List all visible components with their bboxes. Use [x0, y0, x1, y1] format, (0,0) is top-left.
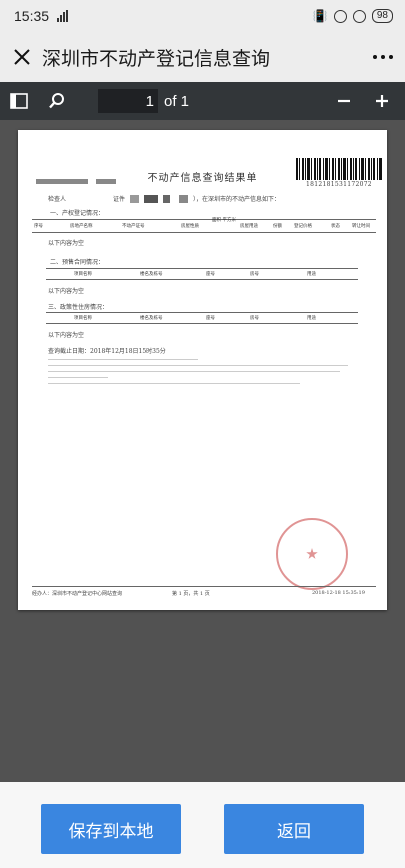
- id-label: 证件: [113, 196, 126, 203]
- search-button[interactable]: [38, 82, 76, 120]
- section-property-heading: 一、产权登记情况：: [50, 210, 105, 217]
- table-header-cell: 面积 平方米: [212, 218, 236, 223]
- table-border: [46, 279, 358, 280]
- table-header-cell: 用途: [307, 316, 316, 321]
- sidebar-toggle-button[interactable]: [0, 82, 38, 120]
- signal-icon: [57, 10, 69, 22]
- pdf-toolbar: of 1: [0, 82, 405, 120]
- status-time: 15:35: [14, 8, 50, 24]
- plus-icon: [376, 95, 388, 107]
- redacted-block: [130, 195, 139, 203]
- note-line: [48, 365, 348, 366]
- search-icon: [49, 93, 64, 109]
- table-header-cell: 份额: [273, 224, 282, 229]
- page-count-label: of 1: [164, 92, 190, 110]
- zoom-in-button[interactable]: [363, 82, 401, 120]
- redacted-block: [144, 195, 158, 203]
- table-header-cell: 序号: [34, 224, 43, 229]
- note-line: [48, 359, 198, 360]
- official-seal: [276, 518, 348, 590]
- barcode-image: [296, 158, 382, 180]
- minus-icon: [338, 99, 350, 103]
- sidebar-icon: [10, 93, 28, 109]
- back-button[interactable]: 返回: [224, 804, 364, 854]
- more-dot-icon: [373, 55, 377, 59]
- battery-indicator: 98: [371, 9, 393, 23]
- section-policy-heading: 三、政策性住房情况：: [48, 304, 109, 311]
- section-presale-heading: 二、预售合同情况：: [50, 259, 105, 266]
- table-header-cell: 楼名及栋号: [140, 316, 163, 321]
- title-bar: 深圳市不动产登记信息查询: [0, 32, 405, 82]
- table-border: [46, 268, 358, 269]
- query-person-label: 检查人: [48, 196, 67, 203]
- table-header-cell: 不动产证号: [122, 224, 145, 229]
- table-header-cell: 房屋用途: [240, 224, 258, 229]
- footer-page-text: 第 1 页，共 1 页: [172, 591, 210, 597]
- alarm-icon: [352, 9, 366, 23]
- close-button[interactable]: [4, 39, 40, 75]
- page-number-input[interactable]: [98, 89, 158, 113]
- more-dot-icon: [389, 55, 393, 59]
- table-header-cell: 项目名称: [74, 316, 92, 321]
- page-title: 深圳市不动产登记信息查询: [42, 47, 271, 70]
- more-menu-button[interactable]: [361, 39, 405, 75]
- note-line: [48, 371, 340, 372]
- table-header-cell: 状态: [331, 224, 340, 229]
- note-line: [48, 383, 300, 384]
- intro-text: ），在深圳市的不动产信息如下：: [193, 196, 281, 203]
- save-to-local-button[interactable]: 保存到本地: [41, 804, 181, 854]
- footer-border: [32, 586, 376, 587]
- bottom-action-bar: 保存到本地 返回: [0, 782, 405, 868]
- table-header-cell: 楼名及栋号: [140, 272, 163, 277]
- table-border: [46, 312, 358, 313]
- redacted-block: [163, 195, 170, 203]
- table-header-cell: 座号: [206, 272, 215, 277]
- footer-time-text: 2018-12-18 15:35:19: [312, 590, 365, 596]
- deadline-text: 查询截止日期：2018年12月18日15时35分: [48, 348, 166, 355]
- pdf-viewer[interactable]: of 1 不动产信息查询结果单 1812181531172: [0, 82, 405, 782]
- table-header-cell: 房地产名称: [70, 224, 93, 229]
- table-header-cell: 用途: [307, 272, 316, 277]
- empty-text: 以下内容为空: [48, 240, 85, 247]
- status-left: 15:35: [14, 8, 69, 24]
- zoom-out-button[interactable]: [325, 82, 363, 120]
- lock-rotation-icon: [333, 9, 347, 23]
- table-header-cell: 项目名称: [74, 272, 92, 277]
- table-header-cell: 登记价格: [294, 224, 312, 229]
- footer-left-text: 经办人：深圳市不动产登记中心网站查询: [32, 591, 123, 597]
- document-page: 不动产信息查询结果单 1812181531172072 检查人 证件 ），在深圳…: [18, 130, 387, 610]
- redacted-block: [96, 179, 116, 184]
- status-right: 📳 98: [313, 9, 393, 23]
- close-icon: [14, 49, 30, 65]
- vibrate-icon: 📳: [312, 9, 328, 23]
- status-bar: 15:35 📳 98: [0, 0, 405, 32]
- table-header-cell: 房号: [250, 272, 259, 277]
- table-header-cell: 转让时间: [352, 224, 370, 229]
- table-border: [32, 232, 376, 233]
- table-header-cell: 房屋性质: [181, 224, 199, 229]
- redacted-block: [179, 195, 188, 203]
- table-border: [46, 323, 358, 324]
- table-header-cell: 座号: [206, 316, 215, 321]
- redacted-block: [36, 179, 88, 184]
- table-header-cell: 房号: [250, 316, 259, 321]
- barcode-number: 1812181531172072: [306, 181, 372, 188]
- table-border: [32, 219, 376, 220]
- empty-text: 以下内容为空: [48, 288, 85, 295]
- more-dot-icon: [381, 55, 385, 59]
- note-line: [48, 377, 108, 378]
- empty-text: 以下内容为空: [48, 332, 85, 339]
